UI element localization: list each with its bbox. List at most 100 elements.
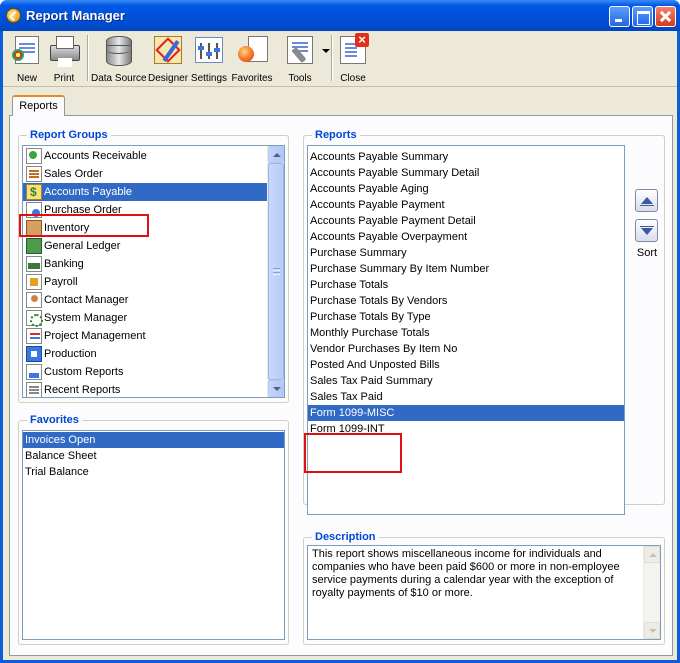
report-group-item[interactable]: General Ledger bbox=[23, 237, 284, 255]
sort-up-button[interactable] bbox=[635, 189, 658, 212]
favorites-group: Favorites Invoices Open Balance Sheet Tr… bbox=[18, 413, 289, 645]
toolbar-separator bbox=[331, 35, 333, 81]
report-group-label: Payroll bbox=[44, 276, 78, 288]
report-item[interactable]: Accounts Payable Summary Detail bbox=[308, 165, 624, 181]
tools-label: Tools bbox=[288, 73, 312, 84]
report-group-item[interactable]: Project Management bbox=[23, 327, 284, 345]
report-group-item[interactable]: Production bbox=[23, 345, 284, 363]
close-button[interactable]: Close bbox=[335, 33, 371, 86]
report-groups-title: Report Groups bbox=[27, 128, 111, 142]
report-group-item[interactable]: Recent Reports bbox=[23, 381, 284, 397]
tab-reports[interactable]: Reports bbox=[12, 95, 65, 116]
description-box[interactable]: This report shows miscellaneous income f… bbox=[307, 545, 661, 640]
report-group-item[interactable]: System Manager bbox=[23, 309, 284, 327]
report-item[interactable]: Monthly Purchase Totals bbox=[308, 325, 624, 341]
close-label: Close bbox=[340, 73, 366, 84]
contact-manager-icon bbox=[26, 292, 42, 308]
printer-icon bbox=[48, 34, 80, 66]
scroll-down-icon[interactable] bbox=[268, 380, 284, 397]
maximize-button[interactable] bbox=[632, 6, 653, 27]
reports-title: Reports bbox=[312, 128, 360, 142]
general-ledger-icon bbox=[26, 238, 42, 254]
banking-icon bbox=[26, 256, 42, 272]
data-source-label: Data Source bbox=[91, 73, 147, 84]
app-icon bbox=[6, 8, 21, 23]
custom-reports-icon bbox=[26, 364, 42, 380]
report-item[interactable]: Sales Tax Paid Summary bbox=[308, 373, 624, 389]
accounts-payable-highlight bbox=[19, 214, 149, 237]
settings-button[interactable]: Settings bbox=[190, 34, 228, 86]
production-icon bbox=[26, 346, 42, 362]
report-groups-scrollbar[interactable] bbox=[267, 146, 284, 397]
tools-button[interactable]: Tools bbox=[280, 34, 320, 86]
designer-label: Designer bbox=[148, 73, 189, 84]
report-item[interactable]: Vendor Purchases By Item No bbox=[308, 341, 624, 357]
scroll-thumb[interactable] bbox=[268, 163, 284, 380]
scroll-up-icon[interactable] bbox=[268, 146, 284, 163]
new-report-icon bbox=[12, 36, 39, 64]
designer-button[interactable]: Designer bbox=[148, 34, 188, 86]
new-button[interactable]: New bbox=[8, 34, 46, 86]
report-group-item-selected[interactable]: Accounts Payable bbox=[23, 183, 267, 201]
description-scrollbar[interactable] bbox=[643, 546, 660, 639]
favorites-icon bbox=[236, 34, 268, 66]
report-group-item[interactable]: Sales Order bbox=[23, 165, 284, 183]
report-group-label: Contact Manager bbox=[44, 294, 129, 306]
sort-down-button[interactable] bbox=[635, 219, 658, 242]
favorite-item[interactable]: Trial Balance bbox=[23, 464, 284, 480]
report-item[interactable]: Purchase Totals By Vendors bbox=[308, 293, 624, 309]
report-item[interactable]: Accounts Payable Overpayment bbox=[308, 229, 624, 245]
system-manager-icon bbox=[26, 310, 43, 327]
report-group-item[interactable]: Payroll bbox=[23, 273, 284, 291]
new-label: New bbox=[16, 73, 37, 84]
report-item[interactable]: Accounts Payable Summary bbox=[308, 149, 624, 165]
favorite-item[interactable]: Balance Sheet bbox=[23, 448, 284, 464]
print-button[interactable]: Print bbox=[45, 34, 83, 86]
print-label: Print bbox=[53, 73, 75, 84]
form-1099-highlight bbox=[304, 433, 402, 473]
favorites-button[interactable]: Favorites bbox=[230, 34, 274, 86]
report-group-label: Recent Reports bbox=[44, 384, 121, 396]
report-group-item[interactable]: Banking bbox=[23, 255, 284, 273]
toolbar: New Print Data Source Designer Settings bbox=[3, 31, 677, 87]
report-group-item[interactable]: Accounts Receivable bbox=[23, 147, 284, 165]
report-group-label: System Manager bbox=[44, 312, 128, 324]
report-group-label: Accounts Payable bbox=[44, 186, 133, 198]
report-manager-window: Report Manager New Print Data Source Des… bbox=[0, 0, 680, 663]
title-bar[interactable]: Report Manager bbox=[0, 0, 680, 31]
sales-order-icon bbox=[26, 166, 42, 182]
window-title: Report Manager bbox=[26, 8, 125, 23]
report-groups-list[interactable]: Accounts Receivable Sales Order Accounts… bbox=[22, 145, 285, 398]
report-item[interactable]: Purchase Totals bbox=[308, 277, 624, 293]
minimize-icon bbox=[610, 7, 629, 26]
report-item[interactable]: Accounts Payable Payment bbox=[308, 197, 624, 213]
report-group-item[interactable]: Contact Manager bbox=[23, 291, 284, 309]
minimize-button[interactable] bbox=[609, 6, 630, 27]
report-item[interactable]: Purchase Totals By Type bbox=[308, 309, 624, 325]
report-group-item[interactable]: Custom Reports bbox=[23, 363, 284, 381]
designer-icon bbox=[154, 36, 182, 64]
window-client: New Print Data Source Designer Settings bbox=[3, 31, 677, 660]
data-source-button[interactable]: Data Source bbox=[91, 34, 147, 86]
report-item[interactable]: Accounts Payable Payment Detail bbox=[308, 213, 624, 229]
maximize-icon bbox=[633, 7, 652, 26]
report-item-selected[interactable]: Form 1099-MISC bbox=[308, 405, 624, 421]
report-item[interactable]: Purchase Summary bbox=[308, 245, 624, 261]
report-item[interactable]: Purchase Summary By Item Number bbox=[308, 261, 624, 277]
scroll-up-icon[interactable] bbox=[644, 546, 660, 563]
tools-dropdown-arrow-icon[interactable] bbox=[322, 49, 330, 53]
report-item[interactable]: Posted And Unposted Bills bbox=[308, 357, 624, 373]
report-group-label: Custom Reports bbox=[44, 366, 124, 378]
reports-tab-panel: Report Groups Accounts Receivable Sales … bbox=[9, 115, 673, 656]
accounts-payable-icon bbox=[26, 183, 42, 201]
project-management-icon bbox=[26, 328, 42, 344]
favorite-item-selected[interactable]: Invoices Open bbox=[23, 432, 284, 448]
close-window-button[interactable] bbox=[655, 6, 676, 27]
report-group-label: Banking bbox=[44, 258, 84, 270]
settings-icon bbox=[195, 37, 223, 63]
description-group: Description This report shows miscellane… bbox=[303, 530, 665, 645]
report-item[interactable]: Sales Tax Paid bbox=[308, 389, 624, 405]
favorites-list[interactable]: Invoices Open Balance Sheet Trial Balanc… bbox=[22, 430, 285, 640]
scroll-down-icon[interactable] bbox=[644, 622, 660, 639]
report-item[interactable]: Accounts Payable Aging bbox=[308, 181, 624, 197]
